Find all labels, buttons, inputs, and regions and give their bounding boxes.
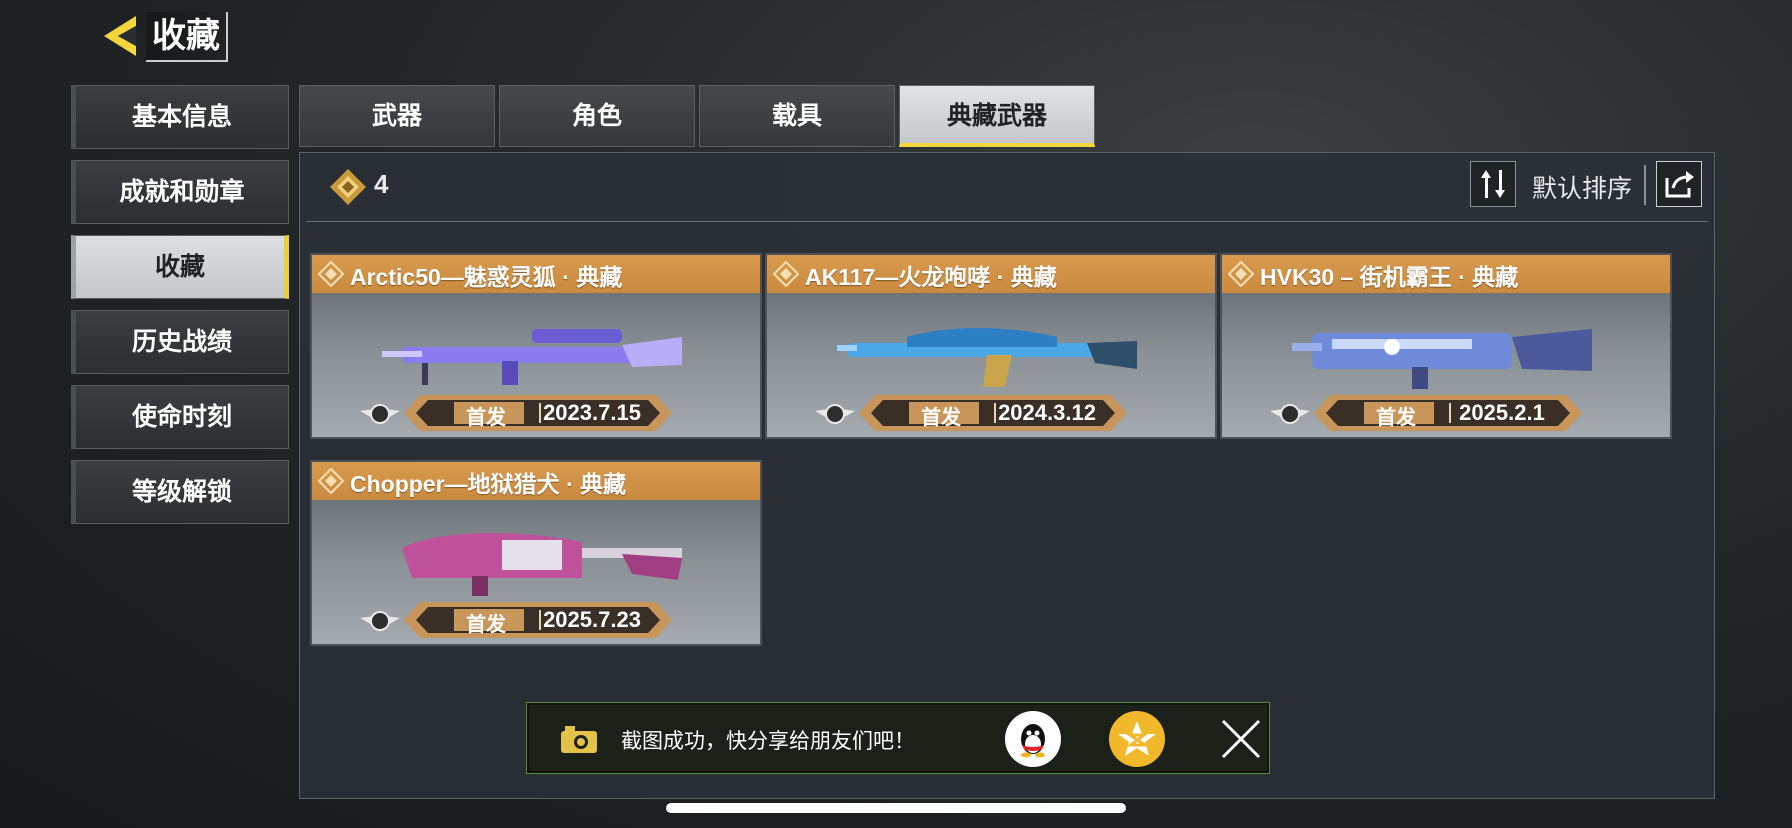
first-release-tag: 首发 <box>466 407 506 429</box>
sidebar-item-label: 使命时刻 <box>131 403 232 431</box>
release-date: 2025.2.1 <box>1459 400 1545 425</box>
tab-label: 角色 <box>571 102 622 130</box>
close-toast-button[interactable] <box>1215 713 1267 765</box>
weapon-card[interactable]: AK117—火龙咆哮 · 典藏 首发 2024.3.12 <box>765 253 1217 439</box>
sidebar-item-label: 成就和勋章 <box>119 178 245 206</box>
tab-vehicles[interactable]: 载具 <box>699 85 895 147</box>
tab-characters[interactable]: 角色 <box>499 85 695 147</box>
winged-emblem-icon <box>1270 404 1310 424</box>
first-release-tag: 首发 <box>466 614 506 636</box>
sort-label[interactable]: 默认排序 <box>1532 169 1632 205</box>
diamond-icon <box>1228 261 1254 287</box>
share-button[interactable] <box>1656 161 1702 207</box>
page-title: 收藏 <box>146 12 228 62</box>
sidebar-item-collection[interactable]: 收藏 <box>71 235 289 299</box>
sidebar-item-label: 历史战绩 <box>131 328 232 356</box>
winged-emblem-icon <box>815 404 855 424</box>
sidebar-item-label: 收藏 <box>154 253 205 281</box>
sidebar-item-label: 基本信息 <box>131 103 232 131</box>
sidebar-item-basic-info[interactable]: 基本信息 <box>71 85 289 149</box>
winged-emblem-icon <box>360 404 400 424</box>
back-button[interactable] <box>100 14 140 58</box>
card-header: Chopper—地狱猎犬 · 典藏 <box>312 462 760 500</box>
camera-icon <box>561 726 597 753</box>
sidebar-item-label: 等级解锁 <box>131 478 232 506</box>
toast-message: 截图成功，快分享给朋友们吧！ <box>621 730 915 753</box>
share-qzone-button[interactable] <box>1109 711 1165 767</box>
share-qq-button[interactable] <box>1005 711 1061 767</box>
card-header: AK117—火龙咆哮 · 典藏 <box>767 255 1215 293</box>
qzone-star-icon <box>1118 721 1156 756</box>
weapon-name: Chopper—地狱猎犬 · 典藏 <box>350 471 626 497</box>
divider <box>306 221 1708 222</box>
tab-label: 武器 <box>371 102 422 130</box>
home-indicator[interactable] <box>666 803 1126 813</box>
sidebar-item-history[interactable]: 历史战绩 <box>71 310 289 374</box>
close-icon <box>1221 719 1261 759</box>
screenshot-toast: 截图成功，快分享给朋友们吧！ <box>526 702 1270 774</box>
sidebar-item-achievements[interactable]: 成就和勋章 <box>71 160 289 224</box>
diamond-icon <box>773 261 799 287</box>
collection-count: 4 <box>374 169 389 199</box>
machine-gun-icon <box>402 532 682 596</box>
back-arrow-icon <box>104 16 136 56</box>
share-icon <box>1665 171 1694 198</box>
weapon-card[interactable]: HVK30 – 街机霸王 · 典藏 首发 2025.2.1 <box>1220 253 1672 439</box>
first-release-tag: 首发 <box>1376 407 1416 429</box>
qq-penguin-icon <box>1021 724 1045 758</box>
sidebar-item-moments[interactable]: 使命时刻 <box>71 385 289 449</box>
sniper-rifle-icon <box>382 329 682 385</box>
sidebar-item-level-unlock[interactable]: 等级解锁 <box>71 460 289 524</box>
first-release-tag: 首发 <box>921 407 961 429</box>
card-header: HVK30 – 街机霸王 · 典藏 <box>1222 255 1670 293</box>
release-date: 2025.7.23 <box>543 607 641 632</box>
sort-arrows-icon <box>1481 170 1505 198</box>
panel-header: 4 默认排序 <box>300 153 1714 221</box>
diamond-icon <box>318 261 344 287</box>
release-date: 2023.7.15 <box>543 400 641 425</box>
weapon-card[interactable]: Chopper—地狱猎犬 · 典藏 首发 2025.7.23 <box>310 460 762 646</box>
weapon-name: HVK30 – 街机霸王 · 典藏 <box>1260 264 1519 290</box>
tab-label: 载具 <box>771 102 822 130</box>
weapon-card[interactable]: Arctic50—魅惑灵狐 · 典藏 首发 2023.7.15 <box>310 253 762 439</box>
assault-rifle-icon <box>837 328 1137 387</box>
weapon-name: AK117—火龙咆哮 · 典藏 <box>805 264 1057 290</box>
tab-legendary-weapons[interactable]: 典藏武器 <box>899 85 1095 147</box>
weapon-name: Arctic50—魅惑灵狐 · 典藏 <box>350 264 623 290</box>
release-date: 2024.3.12 <box>998 400 1096 425</box>
tab-weapons[interactable]: 武器 <box>299 85 495 147</box>
divider <box>1644 165 1646 205</box>
tab-label: 典藏武器 <box>946 102 1047 130</box>
card-header: Arctic50—魅惑灵狐 · 典藏 <box>312 255 760 293</box>
winged-emblem-icon <box>360 611 400 631</box>
diamond-icon <box>318 468 344 494</box>
legendary-diamond-icon <box>330 169 366 205</box>
heavy-rifle-icon <box>1292 329 1592 389</box>
sort-toggle-button[interactable] <box>1470 161 1516 207</box>
